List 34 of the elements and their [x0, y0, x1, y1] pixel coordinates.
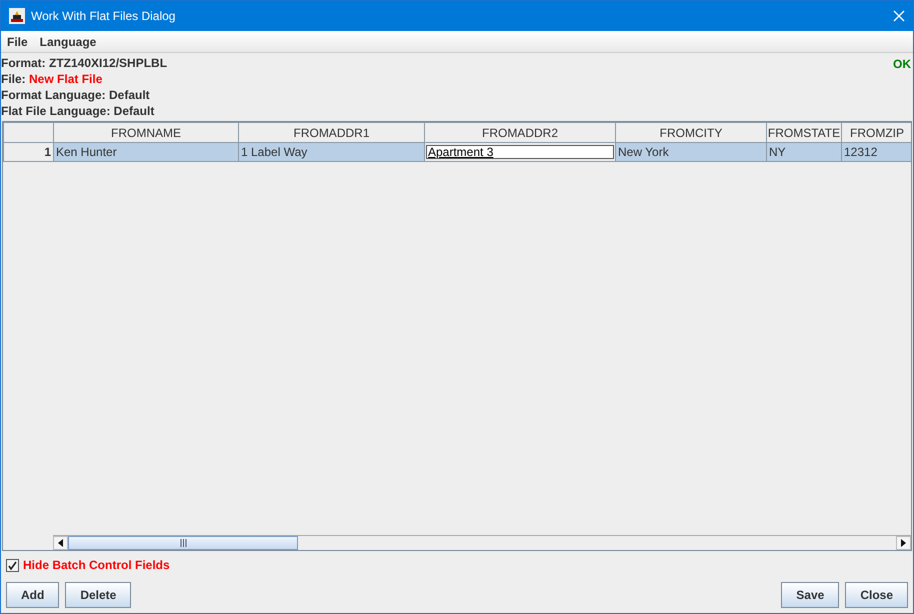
- info-label: File:: [1, 72, 26, 86]
- column-header[interactable]: FROMCITY: [616, 122, 766, 142]
- file-name: New Flat File: [29, 72, 102, 86]
- app-icon: [9, 8, 25, 24]
- info-line: Flat File Language: Default: [1, 103, 154, 119]
- scrollbar-thumb[interactable]: [68, 536, 298, 550]
- table-cell: New York: [616, 142, 766, 162]
- scroll-left-button[interactable]: [53, 536, 68, 550]
- info-line: Format Language: Default: [1, 87, 150, 103]
- column-header[interactable]: FROMSTATE: [766, 122, 842, 142]
- table-cell: NY: [766, 142, 842, 162]
- row-number: 1: [4, 142, 54, 162]
- table-cell: Ken Hunter: [54, 142, 238, 162]
- status-text: OK: [893, 56, 911, 73]
- scroll-right-button[interactable]: [896, 536, 911, 550]
- column-header[interactable]: FROMZIP: [842, 122, 911, 142]
- window-title: Work With Flat Files Dialog: [31, 8, 176, 25]
- column-header[interactable]: FROMNAME: [54, 122, 238, 142]
- close-icon[interactable]: [893, 10, 905, 22]
- menu-item[interactable]: File: [1, 32, 34, 50]
- column-header[interactable]: FROMADDR2: [424, 122, 616, 142]
- dialog-button[interactable]: Delete: [65, 582, 132, 608]
- dialog-button[interactable]: Close: [845, 582, 908, 608]
- table-cell: 12312: [842, 142, 911, 162]
- checkbox[interactable]: [6, 558, 19, 572]
- dialog-button[interactable]: Save: [781, 582, 840, 608]
- menu-item[interactable]: Language: [34, 32, 102, 50]
- left-arrow-icon: [58, 539, 63, 547]
- info-line: Format: ZTZ140XI12/SHPLBL: [1, 55, 168, 71]
- column-header[interactable]: FROMADDR1: [238, 122, 424, 142]
- dialog-button[interactable]: Add: [6, 582, 60, 608]
- checkbox-label: Hide Batch Control Fields: [23, 557, 170, 574]
- table-cell: 1 Label Way: [238, 142, 424, 162]
- right-arrow-icon: [901, 539, 906, 547]
